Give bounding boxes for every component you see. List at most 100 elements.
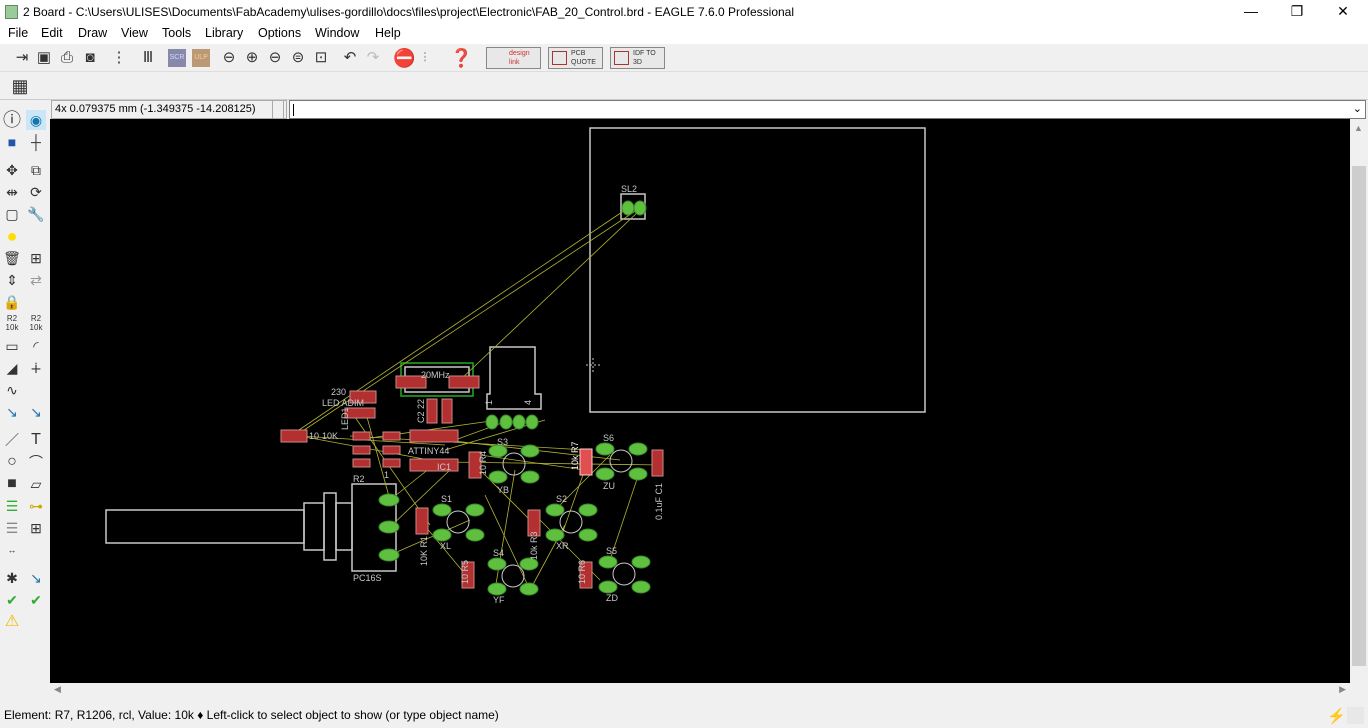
route-icon[interactable]: ↘ [2,402,22,422]
ulp-icon[interactable]: ULP [192,49,210,67]
display-layers-icon[interactable]: ■ [2,132,22,152]
wire-icon[interactable]: ／ [2,430,22,450]
smash-icon[interactable]: ▭ [2,336,22,356]
chevron-down-icon[interactable]: ⌄ [1353,102,1362,115]
text-icon[interactable]: T [26,430,46,450]
zoom-in-icon[interactable]: ⊕ [243,49,261,67]
board-canvas[interactable]: SL2 230 LED ADIM LED1 10 10K ATTINY44 IC… [50,119,1350,683]
script-icon[interactable]: SCR [168,49,186,67]
redo-icon[interactable]: ↷ [364,49,382,67]
save-icon[interactable]: ▣ [35,49,53,67]
lock-icon[interactable]: 🔒 [2,292,22,312]
autorouter-icon[interactable]: ↘ [26,568,46,588]
meander-icon[interactable]: ∿ [2,380,22,400]
rotate-icon[interactable]: ⟳ [26,182,46,202]
menu-edit[interactable]: Edit [41,26,63,40]
cam-icon[interactable]: ◙ [81,49,99,67]
rect-icon[interactable]: ■ [2,474,22,494]
circle-icon[interactable]: ○ [2,452,22,472]
replace-icon[interactable]: ⇄ [26,270,46,290]
pcb-quote-button[interactable]: PCB QUOTE [548,47,603,69]
svg-text:1: 1 [384,470,389,480]
stop-command-button[interactable] [1347,707,1364,724]
eagle-app-icon [5,5,18,19]
vertical-scrollbar[interactable]: ▲ [1350,119,1368,683]
polygon-icon[interactable]: ▱ [26,474,46,494]
split-icon[interactable]: ◢ [2,358,22,378]
design-link-button[interactable]: design link [486,47,541,69]
go-icon[interactable]: ⁝ [416,49,434,67]
zoom-fit-icon[interactable]: ⊖ [220,49,238,67]
zoom-select-icon[interactable]: ⊡ [312,49,330,67]
delete-icon[interactable]: 🗑 [2,248,22,268]
svg-text:LED ADIM: LED ADIM [322,398,364,408]
mirror-icon[interactable]: ⇹ [2,182,22,202]
arc-icon[interactable]: ⌒ [26,452,46,472]
via-icon[interactable]: ☰ [2,496,22,516]
menu-tools[interactable]: Tools [162,26,191,40]
idf-to-3d-button[interactable]: IDF TO 3D [610,47,665,69]
zoom-out-icon[interactable]: ⊖ [266,49,284,67]
info-icon[interactable]: ⓘ [2,110,22,130]
menu-bar: File Edit Draw View Tools Library Option… [0,24,1368,44]
name-icon[interactable]: R2 10k [2,314,22,334]
zoom-redraw-icon[interactable]: ⊜ [289,49,307,67]
ratsnest-icon[interactable]: ✱ [2,568,22,588]
horizontal-scrollbar[interactable]: ◀ ▶ [50,683,1350,698]
help-icon[interactable]: ❓ [450,49,472,67]
svg-text:10 R5: 10 R5 [460,560,470,584]
erc-icon[interactable]: ✔ [2,590,22,610]
menu-help[interactable]: Help [375,26,401,40]
grid-icon[interactable]: ▦ [11,77,29,95]
group-icon[interactable]: ▢ [2,204,22,224]
svg-text:4: 4 [523,400,533,405]
menu-window[interactable]: Window [315,26,359,40]
optimize-icon[interactable]: ● [2,226,22,246]
svg-text:S3: S3 [497,437,508,447]
miter-icon[interactable]: ◜ [26,336,46,356]
mark-icon[interactable]: ┼ [26,132,46,152]
value-icon[interactable]: R2 10k [26,314,46,334]
svg-text:XL: XL [440,541,451,551]
menu-library[interactable]: Library [205,26,243,40]
maximize-button[interactable]: ❐ [1274,0,1320,24]
menu-view[interactable]: View [121,26,148,40]
signal-icon[interactable]: ⊶ [26,496,46,516]
minimize-button[interactable]: — [1228,0,1274,24]
svg-text:20MHz: 20MHz [421,370,450,380]
layer-settings-icon[interactable]: Ⅲ [139,49,157,67]
vertical-scroll-thumb[interactable] [1352,166,1366,666]
drc-icon[interactable]: ✔ [26,590,46,610]
hole-icon[interactable]: ☰ [2,518,22,538]
dimension-icon[interactable]: ↔ [2,540,22,560]
ripup-icon[interactable]: ↘ [26,402,46,422]
scroll-up-icon[interactable]: ▲ [1354,123,1363,133]
switch-to-schematic-icon[interactable]: ⋮ [110,49,128,67]
show-icon[interactable]: ◉ [26,110,46,130]
attribute-icon[interactable]: ⊞ [26,518,46,538]
svg-text:IC1: IC1 [437,462,451,472]
close-button[interactable]: ✕ [1320,0,1366,24]
print-icon[interactable]: ⎙ [58,49,76,67]
copy-icon[interactable]: ⧉ [26,160,46,180]
menu-draw[interactable]: Draw [78,26,107,40]
pinswap-icon[interactable]: ⇕ [2,270,22,290]
board-outline [589,127,926,413]
svg-text:S4: S4 [493,548,504,558]
undo-icon[interactable]: ↶ [341,49,359,67]
scroll-left-icon[interactable]: ◀ [54,684,61,695]
scroll-right-icon[interactable]: ▶ [1339,684,1346,695]
menu-options[interactable]: Options [258,26,301,40]
svg-text:S2: S2 [556,494,567,504]
move-icon[interactable]: ✥ [2,160,22,180]
open-icon[interactable]: ⇥ [13,49,31,67]
command-line-input[interactable]: ⌄ [289,100,1366,119]
stop-icon[interactable]: ⛔ [393,49,415,67]
through-hole-pads [378,200,651,596]
add-icon[interactable]: ⊞ [26,248,46,268]
wrench-icon[interactable]: 🔧 [26,204,46,224]
menu-file[interactable]: File [8,26,28,40]
errors-icon[interactable]: ⚠ [2,612,22,632]
optimize-wire-icon[interactable]: ∔ [26,358,46,378]
svg-text:10k R7: 10k R7 [570,441,580,470]
